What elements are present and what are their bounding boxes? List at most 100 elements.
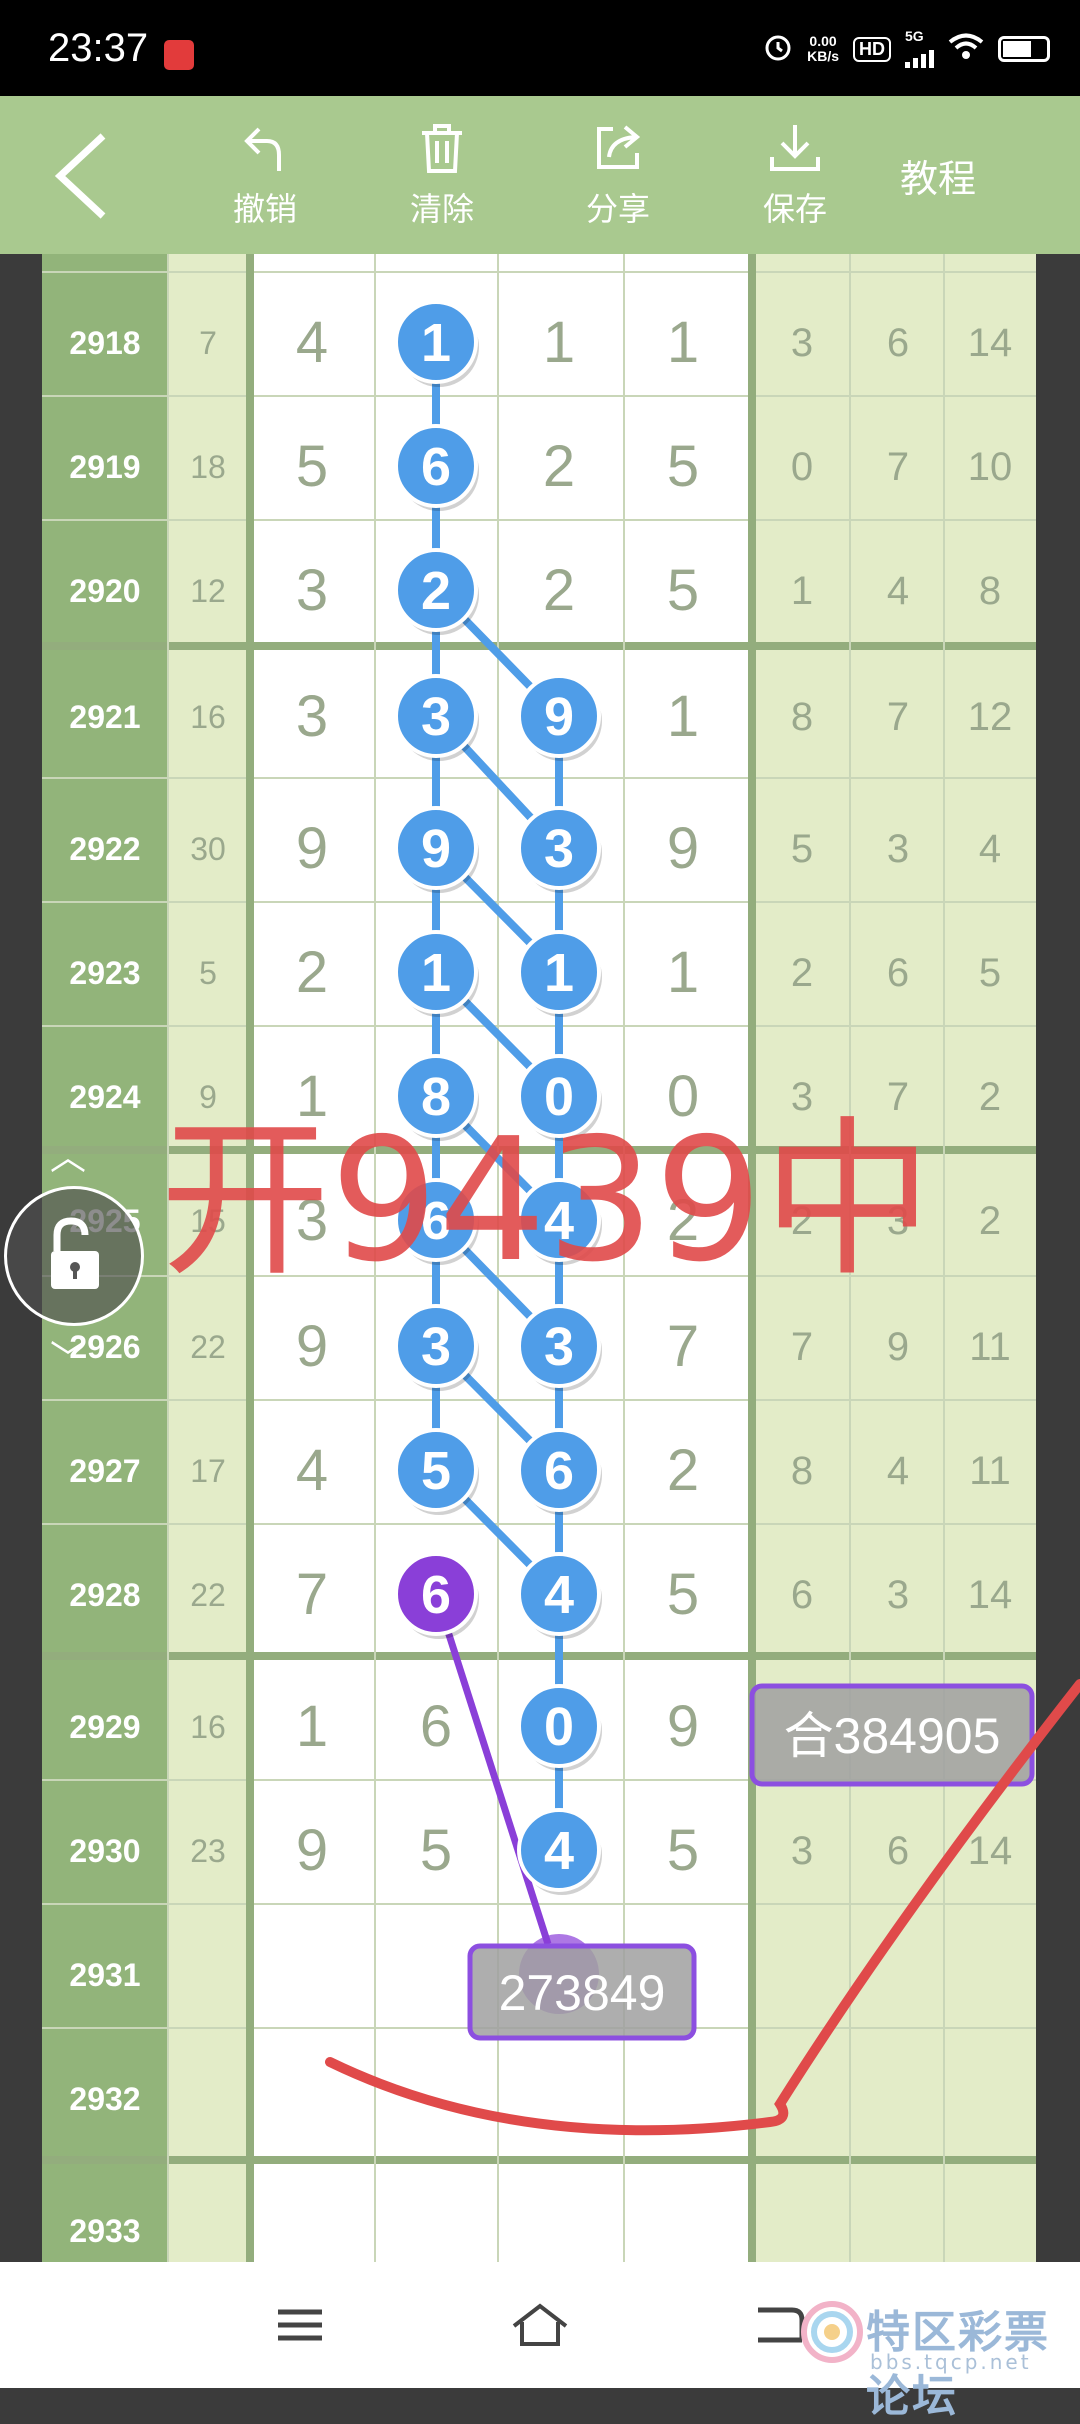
clear-button[interactable]: 清除 [387,116,497,230]
alarm-icon [763,32,793,67]
digit-cell: 9 [296,1818,328,1883]
save-label: 保存 [762,190,827,228]
back-button[interactable] [48,126,128,226]
issue-number: 2920 [69,573,140,609]
digit-cell: 4 [296,1438,328,1503]
chevron-up-icon[interactable]: ︿ [50,1128,86,1180]
span-cell: 14 [968,1573,1013,1617]
span-cell: 6 [887,1829,909,1873]
digit-cell: 4 [296,310,328,375]
issue-number: 2930 [69,1833,140,1869]
bottom-annotation-box-text: 273849 [499,1965,666,2021]
menu-icon[interactable] [270,2300,330,2350]
status-icons: 0.00 KB/s HD 5G [763,29,1050,68]
signal-icon: 5G [905,29,934,68]
issue-number: 2919 [69,449,140,485]
digit-cell: 5 [667,1818,699,1883]
chevron-down-icon[interactable]: ﹀ [50,1330,86,1382]
sum-value: 18 [190,449,226,485]
sum-value: 16 [190,1709,226,1745]
span-cell: 2 [791,951,813,995]
blue-ball-digit: 9 [544,687,574,747]
span-cell: 10 [968,445,1013,489]
span-cell: 3 [887,1573,909,1617]
span-cell: 2 [979,1075,1001,1119]
issue-number: 2932 [69,2081,140,2117]
span-cell: 4 [887,569,909,613]
digit-cell: 1 [667,310,699,375]
issue-number: 2923 [69,955,140,991]
share-button[interactable]: 分享 [563,116,673,230]
span-cell: 11 [969,1449,1011,1493]
wifi-icon [948,33,984,66]
span-cell: 8 [791,695,813,739]
sum-value: 16 [190,699,226,735]
download-icon [740,116,850,180]
span-cell: 6 [887,321,909,365]
status-time: 23:37 [48,26,149,70]
sum-value: 22 [190,1329,226,1365]
blue-ball-digit: 5 [421,1441,451,1501]
digit-cell: 5 [667,558,699,623]
blue-ball-digit: 1 [421,943,451,1003]
forum-logo-icon [801,2301,863,2363]
blue-ball-digit: 3 [544,819,574,879]
undo-icon [210,116,320,180]
digit-cell: 9 [667,1694,699,1759]
status-bar: 23:37 0.00 KB/s HD 5G [0,0,1080,96]
home-icon[interactable] [510,2300,570,2350]
span-cell: 4 [887,1449,909,1493]
span-cell: 6 [791,1573,813,1617]
share-icon [563,116,673,180]
digit-cell: 3 [296,558,328,623]
net-speed: 0.00 KB/s [807,33,839,64]
span-cell: 4 [979,827,1001,871]
blue-ball-digit: 3 [421,1317,451,1377]
trend-grid[interactable]: 2918 7 4 1 1 3 6 142919 18 5 2 5 0 7 102920 12 3 2 5 1 4 8292… [0,254,1080,2262]
digit-cell: 5 [667,1562,699,1627]
span-cell: 5 [791,827,813,871]
span-cell: 3 [791,321,813,365]
sum-value: 5 [199,955,217,991]
span-cell: 0 [791,445,813,489]
span-cell: 1 [791,569,813,613]
trend-board[interactable]: 2918 7 4 1 1 3 6 14 2919 18 5 2 5 0 7 10 2920 12 3 2 5 1 4 8 292… [0,254,1080,2262]
undo-button[interactable]: 撤销 [210,116,320,230]
digit-cell: 1 [543,310,575,375]
blue-ball-digit: 3 [544,1317,574,1377]
app-notification-icon [164,40,194,70]
digit-cell: 2 [667,1438,699,1503]
span-cell: 7 [887,695,909,739]
digit-cell: 7 [667,1314,699,1379]
blue-ball-digit: 3 [421,687,451,747]
blue-ball-digit: 6 [421,437,451,497]
tutorial-button[interactable]: 教程 [900,148,976,203]
trash-icon [387,116,497,180]
span-cell: 5 [979,951,1001,995]
digit-cell: 5 [420,1818,452,1883]
span-cell: 7 [887,445,909,489]
sum-value: 30 [190,831,226,867]
save-button[interactable]: 保存 [740,116,850,230]
watermark: 特区彩票论坛 bbs.tqcp.net [800,2290,1070,2422]
span-cell: 12 [968,695,1013,739]
span-cell: 2 [979,1199,1001,1243]
digit-cell: 3 [296,684,328,749]
sum-value: 22 [190,1577,226,1613]
digit-cell: 2 [543,434,575,499]
share-label: 分享 [585,190,650,228]
digit-cell: 9 [296,816,328,881]
battery-icon [998,36,1050,62]
issue-number: 2928 [69,1577,140,1613]
span-cell: 8 [791,1449,813,1493]
lock-button[interactable] [4,1186,144,1326]
span-cell: 14 [968,1829,1013,1873]
issue-number: 2933 [69,2213,140,2249]
digit-cell: 9 [667,816,699,881]
blue-ball-digit: 4 [544,1565,574,1625]
digit-cell: 6 [420,1694,452,1759]
digit-cell: 9 [296,1314,328,1379]
handwritten-annotation: 开9439中 [160,1102,933,1300]
digit-cell: 5 [296,434,328,499]
blue-ball-digit: 1 [421,313,451,373]
